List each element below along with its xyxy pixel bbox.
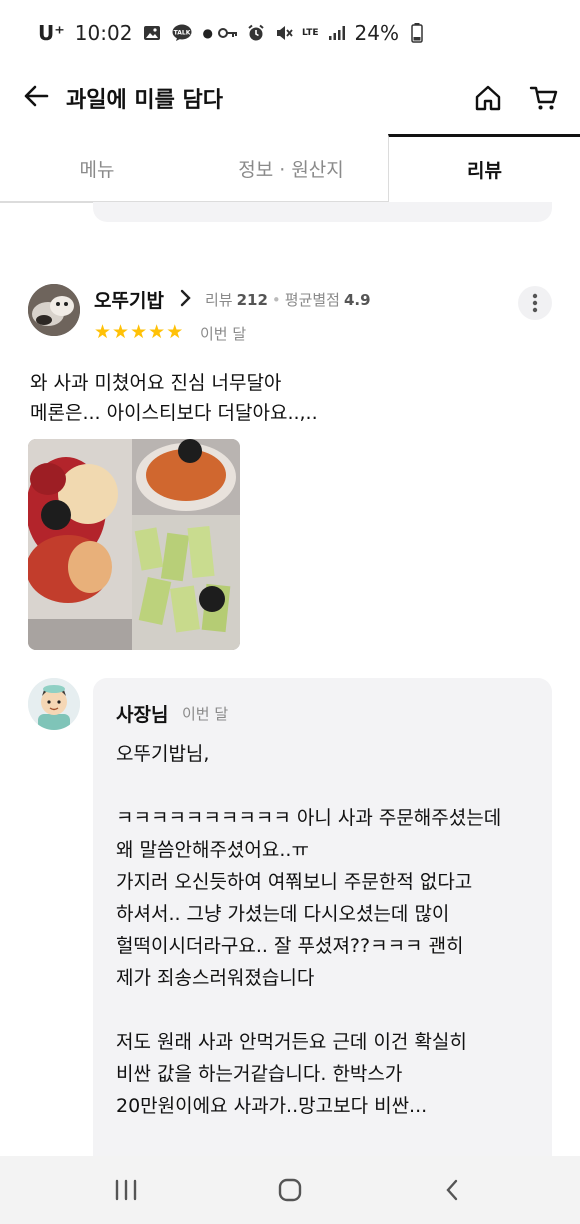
owner-reply-date: 이번 달 (182, 705, 229, 723)
mute-icon (274, 23, 294, 43)
system-back-button[interactable] (430, 1170, 474, 1210)
more-options-button[interactable] (518, 286, 552, 320)
star-rating: ★ ★ ★ ★ ★ (94, 322, 183, 342)
review-count: 212 (236, 290, 268, 309)
status-bar: U⁺ 10:02 TALK ● LTE 24% (0, 0, 580, 66)
system-nav-bar (0, 1156, 580, 1224)
star-icon: ★ (166, 321, 184, 343)
star-icon: ★ (130, 321, 148, 343)
chevron-right-icon[interactable] (180, 288, 192, 313)
reviewer-stats: 리뷰 212 • 평균별점 4.9 (205, 289, 371, 310)
star-icon: ★ (112, 321, 130, 343)
alarm-icon (246, 23, 266, 43)
battery-icon (407, 23, 427, 43)
owner-reply-text: 오뚜기밥님, ㅋㅋㅋㅋㅋㅋㅋㅋㅋㅋ 아니 사과 주문해주셨는데 왜 말씀안해주셨… (116, 743, 502, 1117)
avg-rating: 4.9 (343, 290, 371, 309)
cart-icon (529, 86, 558, 110)
battery-percent: 24% (354, 21, 399, 45)
system-home-button[interactable] (268, 1170, 312, 1210)
key-icon (218, 23, 238, 43)
review-photo[interactable] (28, 439, 240, 650)
owner-avatar (28, 678, 80, 730)
owner-name: 사장님 (116, 704, 169, 726)
network-label: LTE (302, 27, 319, 38)
home-circle-icon (278, 1178, 302, 1202)
svg-text:TALK: TALK (174, 30, 191, 37)
more-vertical-icon (532, 293, 538, 313)
store-title: 과일에 미를 담다 (66, 88, 223, 113)
reviewer-avatar[interactable] (28, 284, 80, 336)
notification-dot-icon: ● (202, 26, 213, 40)
review-text-line: 와 사과 미쳤어요 진심 너무달아 (30, 372, 282, 394)
recent-apps-button[interactable] (104, 1170, 148, 1210)
talk-icon: TALK (172, 23, 192, 43)
home-icon (475, 85, 501, 111)
clock: 10:02 (74, 21, 133, 45)
tab-menu[interactable]: 메뉴 (0, 134, 194, 202)
star-icon: ★ (148, 321, 166, 343)
carrier-label: U⁺ (38, 21, 65, 45)
review-text: 와 사과 미쳤어요 진심 너무달아 메론은... 아이스티보다 더달아요..,.… (30, 368, 550, 428)
avg-rating-label: 평균별점 (284, 291, 340, 309)
home-button[interactable] (468, 78, 508, 118)
review-date: 이번 달 (200, 325, 247, 343)
back-button[interactable] (18, 78, 54, 114)
cart-button[interactable] (524, 78, 564, 118)
review-text-line: 메론은... 아이스티보다 더달아요..,.. (30, 402, 318, 424)
separator-dot: • (271, 290, 281, 309)
reviewer-name[interactable]: 오뚜기밥 (94, 286, 164, 313)
tab-info-origin[interactable]: 정보 · 원산지 (194, 134, 388, 202)
app-header: 과일에 미를 담다 (0, 66, 580, 128)
gallery-icon (142, 23, 162, 43)
star-icon: ★ (94, 321, 112, 343)
previous-reply-box (93, 202, 552, 222)
recent-apps-icon (115, 1179, 137, 1201)
chevron-left-icon (446, 1179, 458, 1201)
tab-bar: 메뉴 정보 · 원산지 리뷰 (0, 134, 580, 203)
signal-icon (327, 23, 347, 43)
review-count-label: 리뷰 (205, 291, 233, 309)
arrow-left-icon (24, 85, 49, 107)
tab-review[interactable]: 리뷰 (388, 134, 580, 202)
